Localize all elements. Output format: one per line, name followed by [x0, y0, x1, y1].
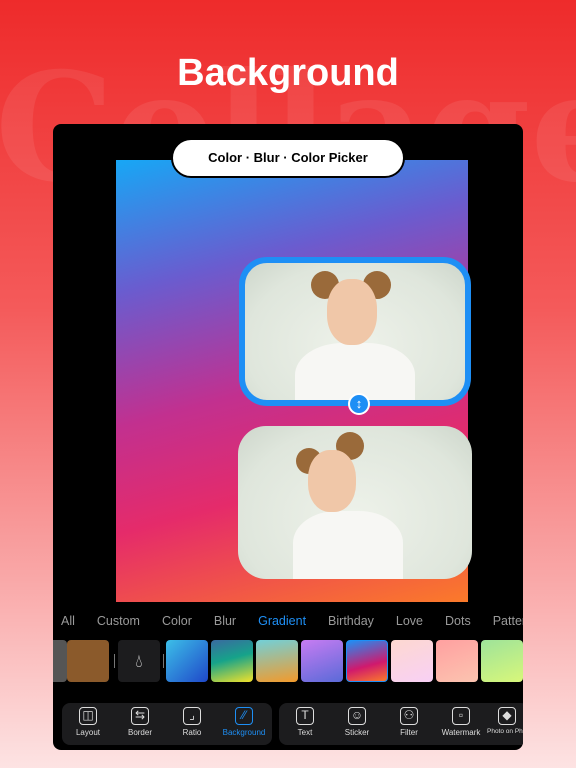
- swatch[interactable]: [256, 640, 298, 682]
- category-tabs: All Custom Color Blur Gradient Birthday Love Do…: [53, 614, 523, 634]
- photo-face: [308, 450, 356, 512]
- tool-filter[interactable]: ⚇ Filter: [383, 707, 435, 737]
- tool-watermark[interactable]: ▫ Watermark: [435, 707, 487, 737]
- tool-label: Sticker: [344, 728, 370, 737]
- tool-layout[interactable]: ◫ Layout: [62, 707, 114, 737]
- tool-background[interactable]: ⁄⁄ Background: [218, 707, 270, 737]
- toolbar-group-layout: ◫ Layout ⇆ Border ⌟ Ratio ⁄⁄ Background: [62, 703, 272, 745]
- tab-gradient[interactable]: Gradient: [258, 614, 306, 634]
- tab-love[interactable]: Love: [396, 614, 423, 634]
- swatch[interactable]: [301, 640, 343, 682]
- swatch[interactable]: [53, 640, 67, 682]
- resize-handle[interactable]: ↕: [348, 393, 370, 415]
- swatch[interactable]: [67, 640, 109, 682]
- photo-shirt: [293, 511, 403, 579]
- tab-dots[interactable]: Dots: [445, 614, 471, 634]
- tool-label: Ratio: [182, 728, 202, 737]
- photo-slot-1[interactable]: [239, 257, 471, 406]
- swatch[interactable]: [166, 640, 208, 682]
- collage-canvas[interactable]: ↕: [116, 160, 472, 602]
- divider: [163, 654, 164, 668]
- tool-label: Text: [297, 728, 313, 737]
- swatch[interactable]: [391, 640, 433, 682]
- page-title: Background: [177, 52, 399, 94]
- app-screen: ↕ Color · Blur · Color Picker All Custom C…: [53, 124, 523, 750]
- tab-color[interactable]: Color: [162, 614, 192, 634]
- swatch[interactable]: [211, 640, 253, 682]
- toolbar-group-edit: T Text ☺ Sticker ⚇ Filter ▫ Watermark ◆ Photo on …: [279, 703, 523, 745]
- tab-birthday[interactable]: Birthday: [328, 614, 374, 634]
- color-picker-swatch[interactable]: 💧︎: [118, 640, 160, 682]
- feature-banner: Color · Blur · Color Picker: [171, 138, 405, 178]
- background-icon: ⁄⁄: [235, 707, 253, 725]
- photo-face: [327, 279, 377, 345]
- tool-sticker[interactable]: ☺ Sticker: [331, 707, 383, 737]
- tool-photo-on-photo[interactable]: ◆ Photo on Photo: [487, 707, 523, 735]
- tool-ratio[interactable]: ⌟ Ratio: [166, 707, 218, 737]
- tool-label: Filter: [400, 728, 418, 737]
- swatch[interactable]: [481, 640, 523, 682]
- tab-blur[interactable]: Blur: [214, 614, 236, 634]
- tool-label: Watermark: [441, 728, 481, 737]
- text-icon: T: [296, 707, 314, 725]
- filter-icon: ⚇: [400, 707, 418, 725]
- sticker-icon: ☺: [348, 707, 366, 725]
- tool-label: Border: [127, 728, 152, 737]
- tool-label: Layout: [75, 728, 101, 737]
- tab-all[interactable]: All: [61, 614, 75, 634]
- tab-custom[interactable]: Custom: [97, 614, 140, 634]
- divider: [114, 654, 115, 668]
- border-icon: ⇆: [131, 707, 149, 725]
- tool-text[interactable]: T Text: [279, 707, 331, 737]
- photo-on-photo-icon: ◆: [498, 707, 516, 725]
- swatch[interactable]: [346, 640, 388, 682]
- layout-icon: ◫: [79, 707, 97, 725]
- photo-slot-2[interactable]: [238, 426, 472, 579]
- droplet-icon: 💧︎: [135, 651, 143, 671]
- tab-pattern[interactable]: Pattern: [493, 614, 523, 634]
- tool-label: Background: [222, 728, 266, 737]
- tool-label: Photo on Photo: [487, 728, 523, 735]
- watermark-icon: ▫: [452, 707, 470, 725]
- swatch[interactable]: [436, 640, 478, 682]
- ratio-icon: ⌟: [183, 707, 201, 725]
- tool-border[interactable]: ⇆ Border: [114, 707, 166, 737]
